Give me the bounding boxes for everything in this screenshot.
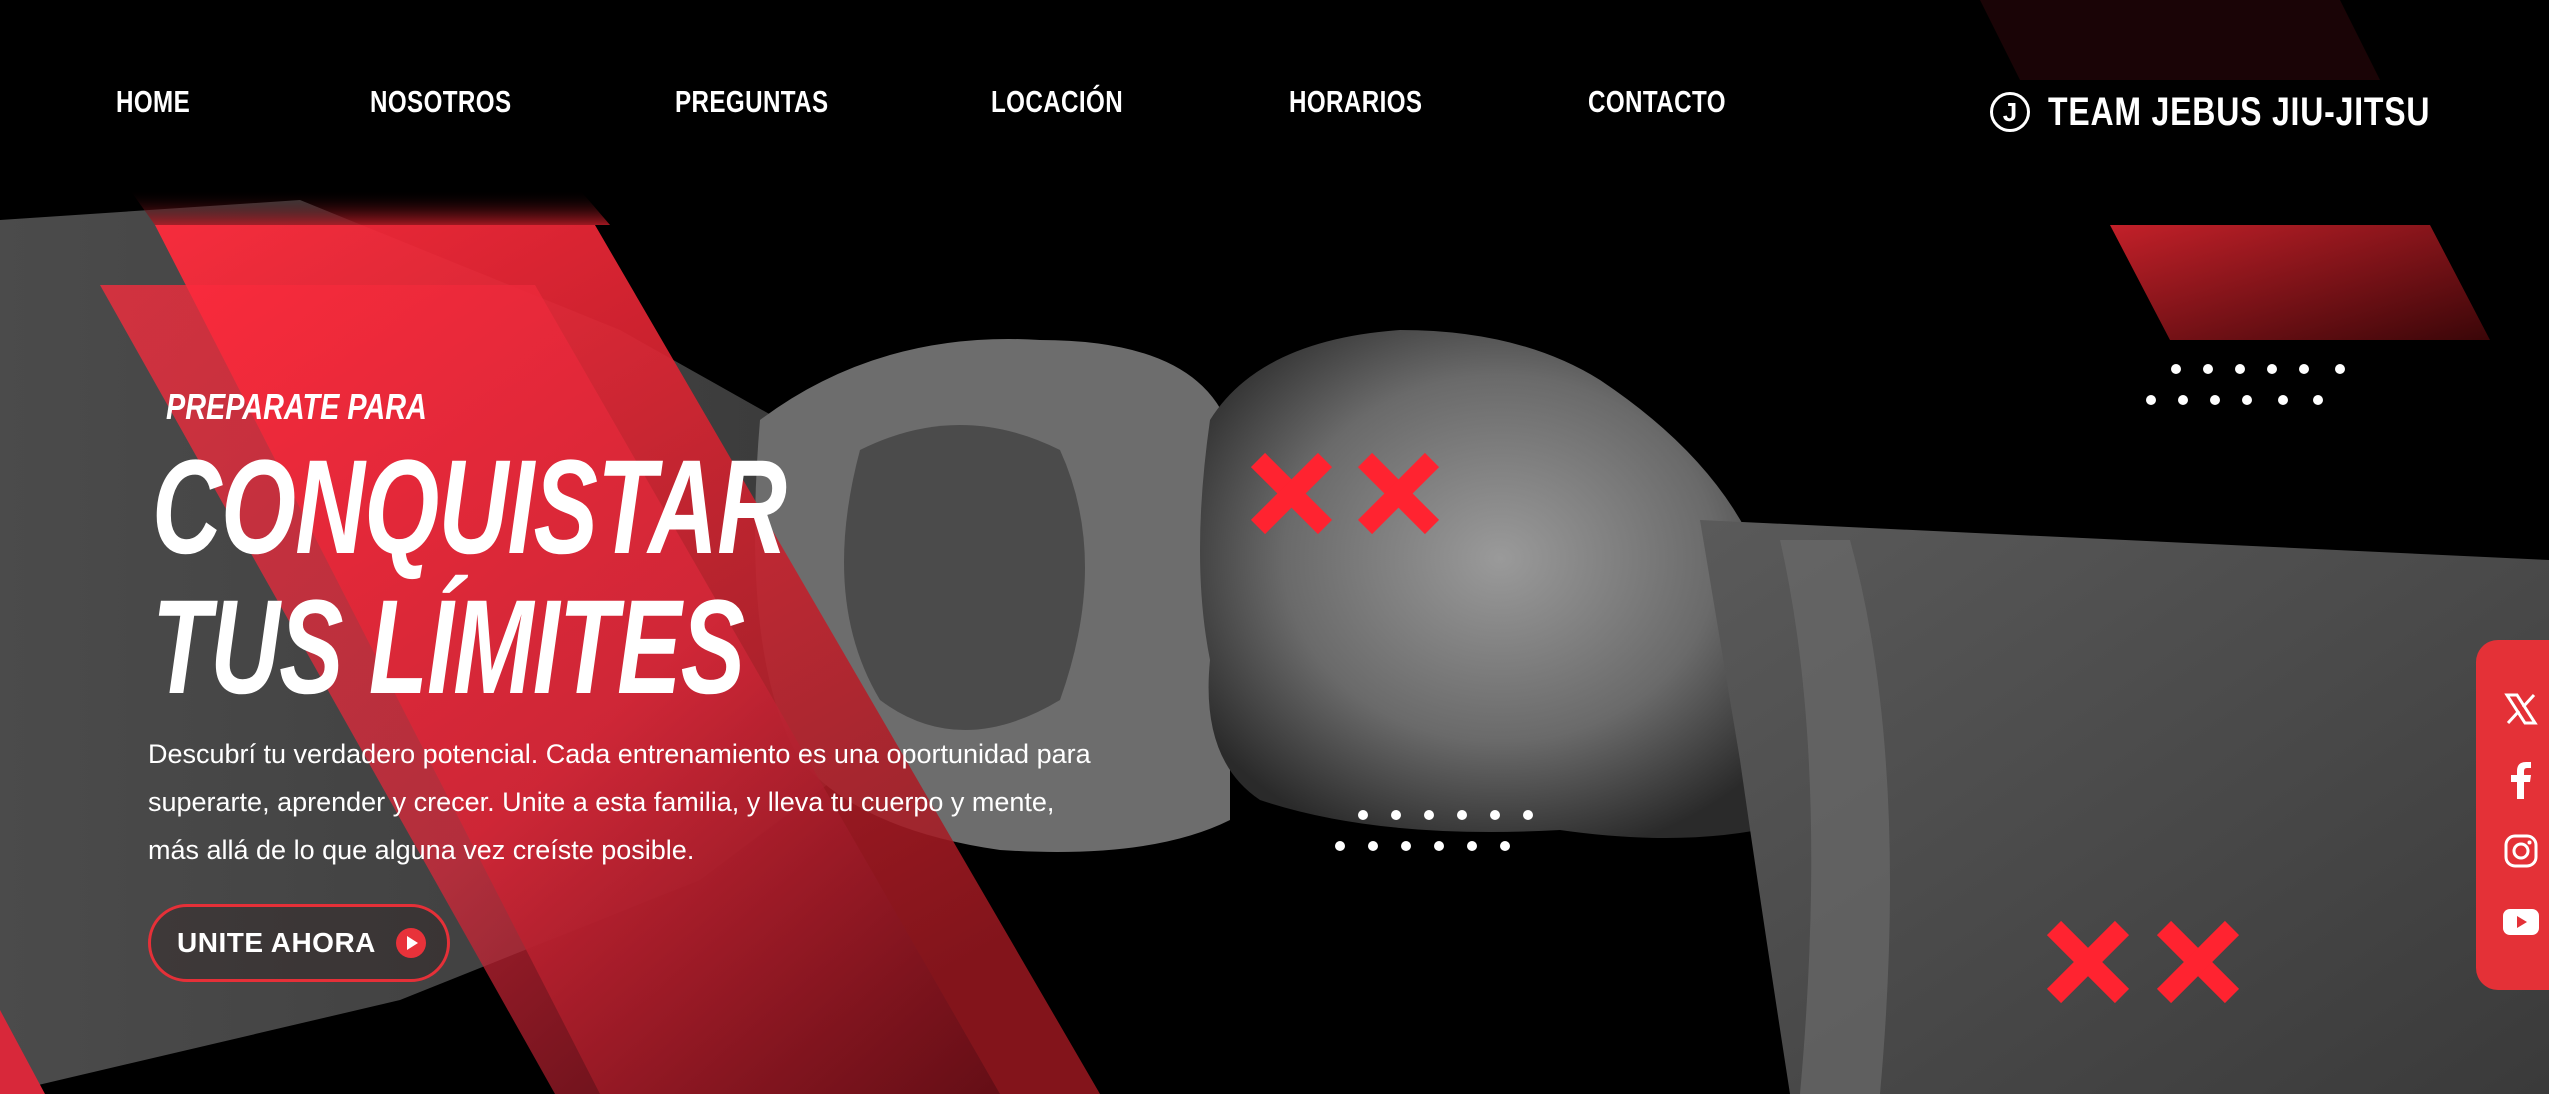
hero-headline-line-1: CONQUISTAR bbox=[152, 433, 787, 582]
hero-headline: CONQUISTAR TUS LÍMITES bbox=[152, 433, 787, 722]
hero-kicker: PREPARATE PARA bbox=[166, 386, 427, 427]
play-circle-icon bbox=[395, 928, 426, 958]
hero-description: Descubrí tu verdadero potencial. Cada en… bbox=[148, 739, 1091, 865]
cta-label: UNITE AHORA bbox=[177, 927, 376, 958]
facebook-icon[interactable] bbox=[2498, 757, 2544, 803]
nav-nosotros[interactable]: NOSOTROS bbox=[370, 84, 511, 120]
hero-headline-line-2: TUS LÍMITES bbox=[152, 573, 745, 722]
nav-preguntas[interactable]: PREGUNTAS bbox=[675, 84, 829, 120]
brand-logo-icon: J bbox=[1990, 92, 2030, 132]
brand-name: TEAM JEBUS JIU-JITSU bbox=[2048, 89, 2431, 134]
instagram-icon[interactable] bbox=[2498, 828, 2544, 874]
nav-home[interactable]: HOME bbox=[116, 84, 190, 120]
brand-logo-letter: J bbox=[2002, 97, 2018, 127]
brand[interactable]: J TEAM JEBUS JIU-JITSU bbox=[1990, 86, 2526, 138]
nav-locacion[interactable]: LOCACIÓN bbox=[991, 84, 1123, 120]
youtube-icon[interactable] bbox=[2498, 899, 2544, 945]
nav-contacto[interactable]: CONTACTO bbox=[1588, 84, 1726, 120]
social-rail bbox=[2476, 640, 2549, 990]
x-icon[interactable] bbox=[2498, 686, 2544, 732]
unite-ahora-button[interactable]: UNITE AHORA bbox=[148, 904, 450, 982]
hero-page: HOME NOSOTROS PREGUNTAS LOCACIÓN HORARIO… bbox=[0, 0, 2549, 1094]
nav-horarios[interactable]: HORARIOS bbox=[1289, 84, 1422, 120]
